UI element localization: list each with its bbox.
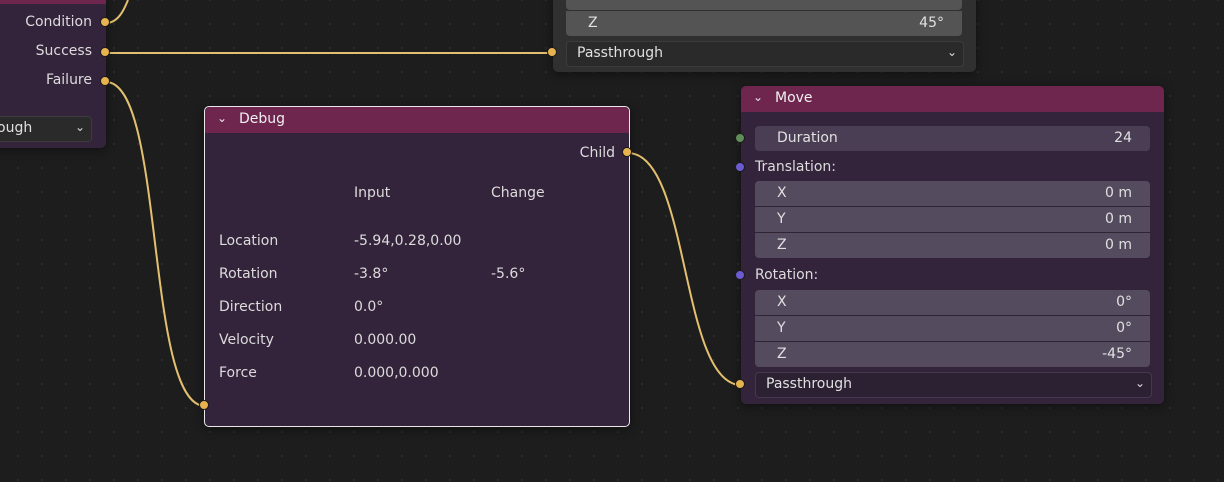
output-label-success: Success	[35, 43, 92, 59]
duration-field[interactable]: Duration 24	[755, 126, 1150, 151]
output-label-failure: Failure	[45, 72, 92, 88]
rotation-z-value: 45°	[919, 15, 944, 31]
socket-top-node-input[interactable]	[547, 47, 557, 57]
chevron-down-icon: ⌄	[946, 45, 957, 59]
collapse-chevron-icon[interactable]: ⌄	[753, 90, 763, 104]
rotation-x-value: 0°	[1116, 294, 1132, 310]
move-node-title: Move	[775, 90, 813, 106]
socket-duration-input[interactable]	[735, 133, 745, 143]
translation-z-field[interactable]: Z 0 m	[755, 233, 1150, 258]
rotation-y-value: 0°	[1116, 320, 1132, 336]
row-label-velocity: Velocity	[219, 332, 274, 348]
rotation-y-field[interactable]	[566, 0, 962, 10]
duration-label: Duration	[777, 130, 838, 146]
left-node-header-strip	[0, 0, 106, 4]
rotation-label: Rotation:	[755, 267, 819, 283]
link-failure-to-debug	[105, 81, 206, 407]
translation-y-value: 0 m	[1105, 211, 1132, 227]
translation-label: Translation:	[755, 159, 836, 175]
translation-y-field[interactable]: Y 0 m	[755, 207, 1150, 233]
row-label-rotation: Rotation	[219, 266, 278, 282]
left-node-mode-dropdown[interactable]: ough ⌄	[0, 116, 92, 142]
rotation-y-label: Y	[777, 320, 786, 336]
row-input-direction: 0.0°	[354, 299, 384, 315]
move-node-mode-value: Passthrough	[766, 376, 852, 392]
duration-value: 24	[1114, 130, 1132, 146]
translation-x-value: 0 m	[1105, 185, 1132, 201]
socket-rotation-input[interactable]	[735, 270, 745, 280]
column-header-change: Change	[491, 185, 545, 201]
column-header-input: Input	[354, 185, 391, 201]
rotation-x-label: X	[777, 294, 787, 310]
socket-translation-input[interactable]	[735, 162, 745, 172]
row-input-location: -5.94,0.28,0.00	[354, 233, 462, 249]
collapse-chevron-icon[interactable]: ⌄	[217, 111, 227, 125]
link-child-to-move	[627, 152, 742, 386]
row-label-location: Location	[219, 233, 279, 249]
rotation-y-field[interactable]: Y 0°	[755, 316, 1150, 342]
translation-vector-group[interactable]: X 0 m Y 0 m Z 0 m	[755, 181, 1150, 258]
chevron-down-icon: ⌄	[74, 120, 85, 134]
translation-x-label: X	[777, 185, 787, 201]
left-node-mode-value: ough	[0, 120, 33, 136]
debug-node-title: Debug	[239, 111, 286, 127]
row-change-rotation: -5.6°	[491, 266, 526, 282]
move-node-header[interactable]: ⌄ Move	[741, 86, 1164, 112]
output-label-child: Child	[579, 145, 615, 161]
rotation-z-value: -45°	[1102, 346, 1132, 362]
socket-move-input[interactable]	[735, 379, 745, 389]
move-node-mode-dropdown[interactable]: Passthrough ⌄	[755, 372, 1152, 398]
rotation-z-label: Z	[588, 15, 598, 31]
translation-z-value: 0 m	[1105, 237, 1132, 253]
socket-success-output[interactable]	[100, 47, 110, 57]
row-label-force: Force	[219, 365, 257, 381]
translation-y-label: Y	[777, 211, 786, 227]
top-node[interactable]: Z 45° Passthrough ⌄	[553, 0, 976, 72]
debug-node[interactable]: ⌄ Debug Child Input Change Location -5.9…	[204, 106, 630, 427]
rotation-z-field[interactable]: Z 45°	[566, 11, 962, 36]
socket-failure-output[interactable]	[100, 76, 110, 86]
output-label-condition: Condition	[25, 14, 92, 30]
rotation-z-label: Z	[777, 346, 787, 362]
chevron-down-icon: ⌄	[1134, 376, 1145, 390]
socket-condition-output[interactable]	[100, 17, 110, 27]
top-node-mode-dropdown[interactable]: Passthrough ⌄	[566, 41, 964, 67]
translation-z-label: Z	[777, 237, 787, 253]
rotation-x-field[interactable]: X 0°	[755, 290, 1150, 316]
move-node[interactable]: ⌄ Move Duration 24 Translation: X 0 m Y …	[741, 86, 1164, 404]
socket-debug-input[interactable]	[199, 400, 209, 410]
socket-child-output[interactable]	[622, 147, 632, 157]
top-node-mode-value: Passthrough	[577, 45, 663, 61]
rotation-z-field[interactable]: Z -45°	[755, 342, 1150, 367]
row-input-force: 0.000,0.000	[354, 365, 439, 381]
left-node[interactable]: Condition Success Failure ough ⌄	[0, 0, 106, 148]
rotation-vector-group[interactable]: X 0° Y 0° Z -45°	[755, 290, 1150, 367]
row-input-velocity: 0.000.00	[354, 332, 417, 348]
row-label-direction: Direction	[219, 299, 283, 315]
debug-node-header[interactable]: ⌄ Debug	[205, 107, 629, 133]
translation-x-field[interactable]: X 0 m	[755, 181, 1150, 207]
row-input-rotation: -3.8°	[354, 266, 389, 282]
